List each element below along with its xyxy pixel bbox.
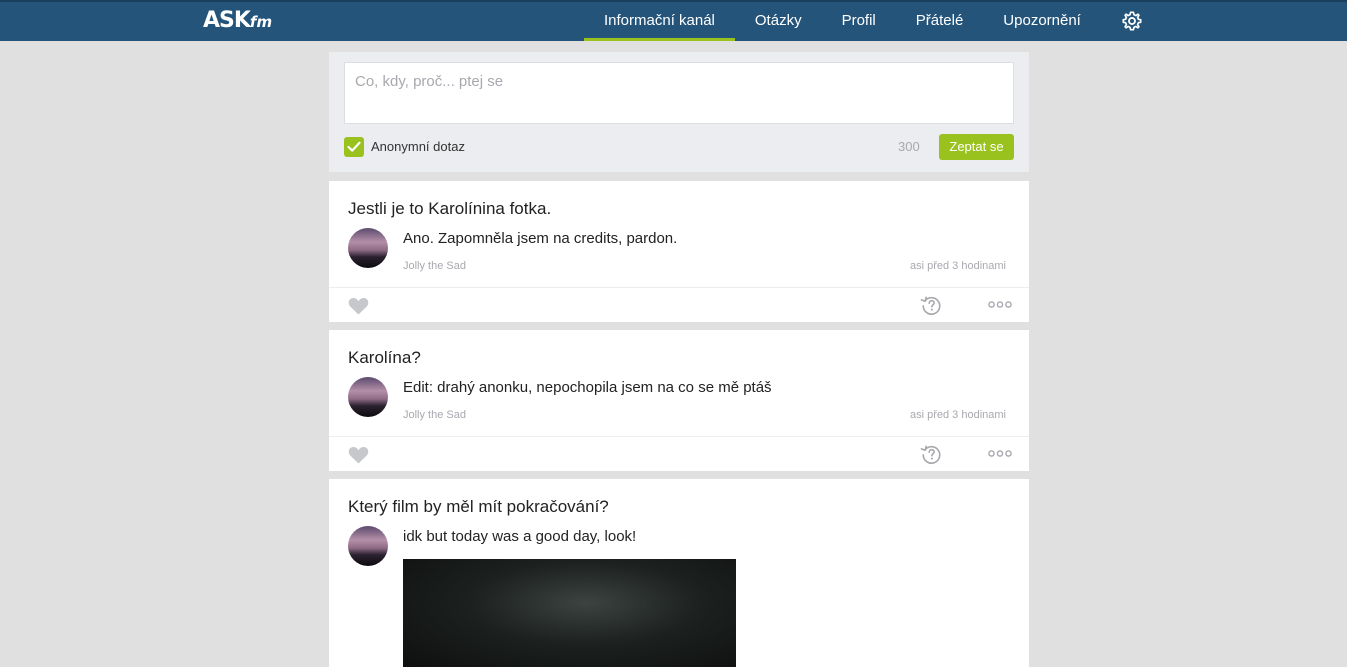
timestamp[interactable]: asi před 3 hodinami xyxy=(910,409,1006,421)
question-title[interactable]: Který film by měl mít pokračování? xyxy=(348,497,609,517)
author-name[interactable]: Jolly the Sad xyxy=(403,409,466,421)
askfm-logo[interactable]: ASKfm xyxy=(203,8,272,35)
reask-icon[interactable] xyxy=(920,294,943,317)
avatar[interactable] xyxy=(348,377,388,417)
feed-item: Který film by měl mít pokračování? idk b… xyxy=(329,479,1029,667)
feed-item: Karolína? Edit: drahý anonku, nepochopil… xyxy=(329,330,1029,471)
timestamp[interactable]: asi před 3 hodinami xyxy=(910,260,1006,272)
feed-item: Jestli je to Karolínina fotka. Ano. Zapo… xyxy=(329,181,1029,322)
nav-item-profile[interactable]: Profil xyxy=(822,2,896,41)
author-name[interactable]: Jolly the Sad xyxy=(403,260,466,272)
gear-icon[interactable] xyxy=(1121,10,1143,32)
answer-photo[interactable] xyxy=(403,559,736,667)
ask-submit-button[interactable]: Zeptat se xyxy=(939,134,1014,160)
check-icon xyxy=(347,141,361,152)
nav-item-feed[interactable]: Informační kanál xyxy=(584,2,735,41)
heart-icon[interactable] xyxy=(348,297,369,315)
character-counter: 300 xyxy=(898,139,920,154)
reask-icon[interactable] xyxy=(920,443,943,466)
question-title[interactable]: Jestli je to Karolínina fotka. xyxy=(348,199,551,219)
more-options-icon[interactable] xyxy=(988,301,1012,308)
action-bar xyxy=(329,287,1029,322)
answer-text: idk but today was a good day, look! xyxy=(403,528,637,545)
question-input[interactable] xyxy=(344,62,1014,124)
avatar[interactable] xyxy=(348,228,388,268)
nav-item-questions[interactable]: Otázky xyxy=(735,2,822,41)
question-title[interactable]: Karolína? xyxy=(348,348,421,368)
nav-item-friends[interactable]: Přátelé xyxy=(896,2,984,41)
anonymous-checkbox[interactable] xyxy=(344,137,364,157)
main-nav: Informační kanál Otázky Profil Přátelé U… xyxy=(584,2,1101,41)
answer-text: Ano. Zapomněla jsem na credits, pardon. xyxy=(403,230,678,247)
nav-item-notifications[interactable]: Upozornění xyxy=(983,2,1101,41)
top-navigation-bar: ASKfm Informační kanál Otázky Profil Přá… xyxy=(0,0,1347,41)
more-options-icon[interactable] xyxy=(988,450,1012,457)
heart-icon[interactable] xyxy=(348,446,369,464)
answer-text: Edit: drahý anonku, nepochopila jsem na … xyxy=(403,379,772,396)
ask-question-box: Anonymní dotaz 300 Zeptat se xyxy=(329,52,1029,172)
anonymous-label[interactable]: Anonymní dotaz xyxy=(371,139,465,154)
avatar[interactable] xyxy=(348,526,388,566)
action-bar xyxy=(329,436,1029,471)
